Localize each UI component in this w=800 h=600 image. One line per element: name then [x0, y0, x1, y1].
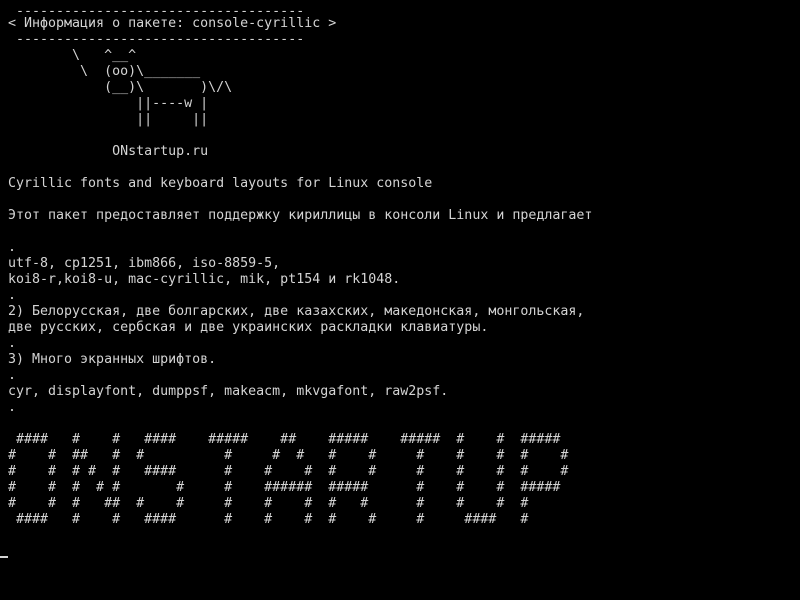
description-line: . — [8, 336, 17, 351]
description-line: Этот пакет предоставляет поддержку кирил… — [8, 208, 593, 223]
description-line: utf-8, cp1251, ibm866, iso-8859-5, — [8, 256, 281, 271]
description-line: koi8-r,koi8-u, mac-cyrillic, mik, pt154 … — [8, 272, 401, 287]
ascii-banner-line: # # # # # #### # # # # # # # # # # — [8, 464, 569, 479]
package-summary: Cyrillic fonts and keyboard layouts for … — [8, 176, 433, 191]
text-cursor — [0, 556, 8, 558]
banner-bottom-border: ------------------------------------ — [8, 32, 305, 47]
banner-title: < Информация о пакете: console-cyrillic … — [8, 16, 337, 31]
ascii-banner-line: # # # ## # # # # # # # # # # # — [8, 496, 529, 511]
description-line: 2) Белорусская, две болгарских, две каза… — [8, 304, 585, 319]
cow-art-line: || || — [8, 112, 209, 127]
description-line: . — [8, 288, 17, 303]
description-line: 3) Много экранных шрифтов. — [8, 352, 217, 367]
description-line: . — [8, 240, 17, 255]
cow-art-line: (__)\ )\/\ — [8, 80, 233, 95]
site-name: ONstartup.ru — [8, 144, 209, 159]
terminal-screen[interactable]: ------------------------------------ < И… — [0, 0, 800, 600]
ascii-banner-line: # # # # # # # ###### ##### # # # ##### — [8, 480, 561, 495]
description-line: . — [8, 400, 17, 415]
cow-art-line: \ (oo)\_______ — [8, 64, 201, 79]
description-line: cyr, displayfont, dumppsf, makeacm, mkvg… — [8, 384, 449, 399]
cow-art-line: ||----w | — [8, 96, 209, 111]
ascii-banner-line: #### # # #### ##### ## ##### ##### # # #… — [8, 432, 561, 447]
cow-art-line: \ ^__^ — [8, 48, 137, 63]
ascii-banner-line: #### # # #### # # # # # # #### # — [8, 512, 529, 527]
ascii-banner-line: # # ## # # # # # # # # # # # # — [8, 448, 569, 463]
description-line: . — [8, 368, 17, 383]
description-line: две русских, сербская и две украинских р… — [8, 320, 489, 335]
